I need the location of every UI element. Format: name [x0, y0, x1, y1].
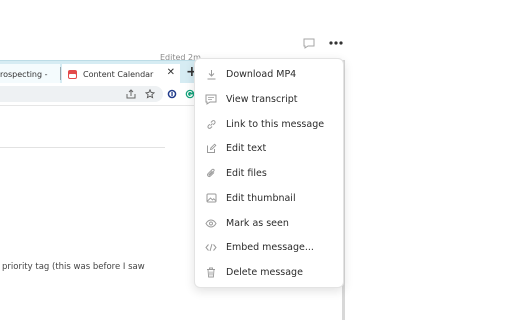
menu-item-mark-as-seen[interactable]: Mark as seen [195, 211, 343, 235]
menu-item-view-transcript[interactable]: View transcript [195, 87, 343, 111]
code-icon [205, 241, 217, 253]
tab-close-icon: ✕ [166, 67, 175, 78]
message-body-text: priority tag (this was before I saw [2, 262, 145, 272]
menu-item-label: View transcript [226, 93, 298, 105]
menu-item-label: Edit files [226, 167, 267, 179]
content-divider [0, 147, 165, 148]
menu-item-download-mp4[interactable]: Download MP4 [195, 62, 343, 86]
browser-tab-content-calendar: Content Calendar ✕ [62, 64, 180, 84]
comment-icon[interactable] [301, 35, 317, 51]
tab-label: Content Calendar [83, 69, 154, 79]
menu-item-label: Delete message [226, 266, 303, 278]
eye-icon [205, 217, 217, 229]
trash-icon [205, 266, 217, 278]
menu-item-embed-message[interactable]: Embed message... [195, 235, 343, 259]
menu-item-label: Edit text [226, 142, 267, 154]
edit-icon [205, 142, 217, 154]
menu-item-label: Download MP4 [226, 68, 297, 80]
image-icon [205, 192, 217, 204]
menu-item-label: Edit thumbnail [226, 192, 296, 204]
tab-label: rospecting - [0, 69, 48, 79]
calendar-favicon-icon [68, 69, 77, 79]
browser-tab-prospecting: rospecting - [0, 64, 60, 84]
menu-item-edit-thumbnail[interactable]: Edit thumbnail [195, 186, 343, 210]
transcript-icon [205, 93, 217, 105]
address-bar [0, 86, 163, 102]
bookmark-star-icon [143, 87, 157, 101]
menu-item-label: Embed message... [226, 241, 314, 253]
tab-separator [60, 67, 61, 80]
menu-item-link-to-message[interactable]: Link to this message [195, 112, 343, 136]
paperclip-icon [205, 167, 217, 179]
menu-item-edit-text[interactable]: Edit text [195, 136, 343, 160]
share-icon [124, 87, 138, 101]
menu-item-label: Mark as seen [226, 217, 289, 229]
link-icon [205, 118, 217, 130]
extension-icon [165, 87, 179, 101]
more-options-icon[interactable] [327, 35, 345, 51]
download-icon [205, 68, 217, 80]
message-options-menu: Download MP4 View transcript Link to thi… [194, 58, 344, 288]
menu-item-label: Link to this message [226, 118, 325, 130]
menu-item-edit-files[interactable]: Edit files [195, 161, 343, 185]
menu-item-delete-message[interactable]: Delete message [195, 260, 343, 284]
